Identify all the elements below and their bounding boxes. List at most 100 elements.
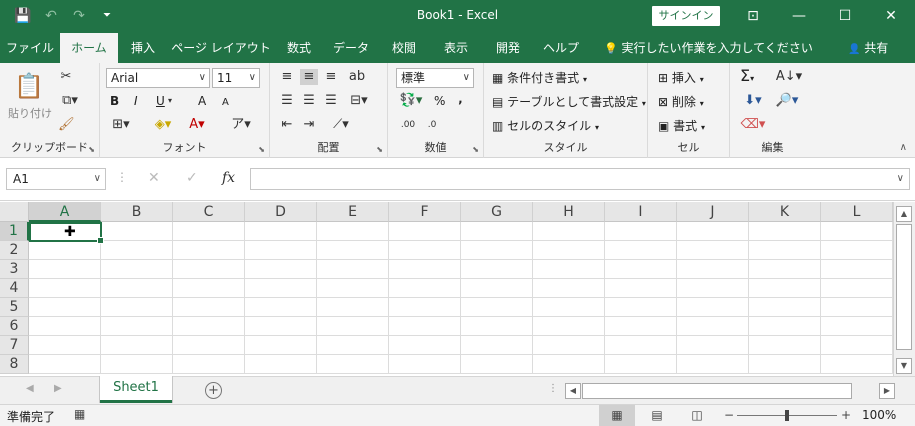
expand-formula-icon[interactable]: ∨ (897, 173, 904, 184)
column-header[interactable]: D (245, 202, 317, 222)
page-break-view-icon[interactable]: ◫ (679, 405, 715, 426)
tab-home[interactable]: ホーム (60, 33, 118, 63)
maximize-button[interactable]: ☐ (822, 0, 868, 33)
decrease-decimal-icon[interactable]: .0 (422, 117, 442, 133)
column-header[interactable]: C (173, 202, 245, 222)
add-sheet-icon[interactable]: + (205, 382, 222, 399)
zoom-slider-thumb[interactable] (785, 410, 789, 421)
scroll-up-icon[interactable]: ▲ (896, 206, 912, 222)
tab-page-layout[interactable]: ページ レイアウト (168, 33, 274, 63)
column-header[interactable]: E (317, 202, 389, 222)
decrease-font-button[interactable]: A (222, 94, 229, 112)
formula-input[interactable]: ∨ (250, 168, 910, 190)
tab-file[interactable]: ファイル (0, 33, 60, 63)
fill-icon[interactable]: ⬇▾ (740, 93, 766, 109)
column-header[interactable]: A (29, 202, 101, 222)
column-header[interactable]: I (605, 202, 677, 222)
sort-filter-icon[interactable]: A↓▾ (774, 69, 804, 85)
row-header[interactable]: 4 (0, 279, 29, 298)
underline-button[interactable]: U (156, 92, 165, 110)
horizontal-scrollbar[interactable]: ◀ ▶ (565, 383, 895, 399)
scroll-down-icon[interactable]: ▼ (896, 358, 912, 374)
dialog-launcher-icon[interactable]: ⬊ (258, 145, 265, 154)
align-middle-icon[interactable]: ≡ (300, 69, 318, 85)
save-icon[interactable]: 💾 (12, 6, 34, 26)
scroll-right-icon[interactable]: ▶ (879, 383, 895, 399)
autosum-button[interactable]: Σ▾ (740, 67, 754, 88)
underline-dropdown-icon[interactable]: ▾ (168, 93, 172, 109)
align-top-icon[interactable]: ≡ (278, 69, 296, 85)
close-button[interactable]: ✕ (868, 0, 914, 33)
row-header[interactable]: 5 (0, 298, 29, 317)
tab-insert[interactable]: 挿入 (118, 33, 168, 63)
cut-icon[interactable]: ✂ (58, 69, 74, 85)
column-header[interactable]: F (389, 202, 461, 222)
phonetic-guide-icon[interactable]: ア▾ (230, 117, 252, 133)
row-header[interactable]: 2 (0, 241, 29, 260)
share-button[interactable]: 👤 共有 (848, 33, 888, 63)
wrap-text-icon[interactable]: ⊟▾ (346, 93, 372, 109)
customize-qat-icon[interactable]: ⏷ (96, 6, 118, 26)
zoom-level[interactable]: 100% (862, 408, 896, 422)
column-header[interactable]: H (533, 202, 605, 222)
paste-icon[interactable]: 📋 (14, 71, 44, 101)
format-painter-icon[interactable]: 🖌 (58, 117, 75, 133)
bold-button[interactable]: B (110, 92, 119, 110)
increase-font-button[interactable]: A (198, 92, 206, 110)
cell-area[interactable] (29, 222, 893, 374)
name-box[interactable]: A1 ∨ (6, 168, 106, 190)
increase-decimal-icon[interactable]: .00 (398, 117, 418, 133)
row-header[interactable]: 7 (0, 336, 29, 355)
tab-view[interactable]: 表示 (430, 33, 482, 63)
ribbon-display-options-icon[interactable]: ⊡ (730, 0, 776, 33)
dialog-launcher-icon[interactable]: ⬊ (376, 145, 383, 154)
delete-cells-button[interactable]: ⊠ 削除 ▾ (658, 93, 704, 113)
column-header[interactable]: B (101, 202, 173, 222)
macro-record-icon[interactable]: ▦ (74, 407, 85, 421)
worksheet-grid[interactable]: A B C D E F G H I J K L 1 2 3 4 5 6 7 8 … (0, 202, 893, 374)
tab-review[interactable]: 校閲 (378, 33, 430, 63)
select-all-corner[interactable] (0, 202, 29, 222)
find-select-icon[interactable]: 🔎▾ (774, 93, 800, 109)
tab-splitter-icon[interactable]: ⋮ (548, 383, 558, 394)
italic-button[interactable]: I (134, 92, 138, 110)
borders-icon[interactable]: ⊞▾ (110, 117, 132, 133)
row-header[interactable]: 3 (0, 260, 29, 279)
format-as-table-button[interactable]: ▤ テーブルとして書式設定 ▾ (492, 93, 646, 113)
dialog-launcher-icon[interactable]: ⬊ (472, 145, 479, 154)
text-orientation-icon[interactable]: ab (346, 69, 368, 85)
font-size-select[interactable]: 11 ∨ (212, 68, 260, 88)
fill-color-icon[interactable]: ◈▾ (152, 117, 174, 133)
align-left-icon[interactable]: ☰ (278, 93, 296, 109)
align-center-icon[interactable]: ☰ (300, 93, 318, 109)
orientation-icon[interactable]: ⟋▾ (328, 117, 354, 133)
redo-icon[interactable]: ↷ (68, 6, 90, 26)
paste-button[interactable]: 貼り付け (8, 105, 52, 123)
scroll-left-icon[interactable]: ◀ (565, 383, 581, 399)
format-cells-button[interactable]: ▣ 書式 ▾ (658, 117, 705, 137)
sheet-next-icon[interactable]: ▶ (54, 383, 62, 394)
formula-bar-splitter[interactable]: ⋮ (116, 170, 128, 184)
font-family-select[interactable]: Arial ∨ (106, 68, 210, 88)
column-header[interactable]: J (677, 202, 749, 222)
tab-help[interactable]: ヘルプ (534, 33, 588, 63)
clear-icon[interactable]: ⌫▾ (740, 117, 766, 133)
undo-icon[interactable]: ↶ (40, 6, 62, 26)
row-header[interactable]: 1 (0, 222, 29, 241)
sheet-tab[interactable]: Sheet1 (100, 376, 172, 403)
insert-function-icon[interactable]: fx (222, 170, 235, 186)
signin-button[interactable]: サインイン (652, 6, 720, 26)
column-header[interactable]: G (461, 202, 533, 222)
zoom-in-icon[interactable]: + (841, 408, 851, 422)
column-header[interactable]: L (821, 202, 893, 222)
decrease-indent-icon[interactable]: ⇤ (278, 117, 296, 133)
row-header[interactable]: 8 (0, 355, 29, 374)
collapse-ribbon-icon[interactable]: ∧ (900, 142, 907, 153)
minimize-button[interactable]: — (776, 0, 822, 33)
dialog-launcher-icon[interactable]: ⬊ (88, 145, 95, 154)
comma-button[interactable]: ‚ (458, 90, 463, 108)
copy-icon[interactable]: ⧉▾ (58, 93, 82, 109)
tell-me-search[interactable]: 💡 実行したい作業を入力してください (604, 33, 813, 63)
cell-styles-button[interactable]: ▥ セルのスタイル ▾ (492, 117, 599, 137)
percent-button[interactable]: % (434, 92, 445, 110)
